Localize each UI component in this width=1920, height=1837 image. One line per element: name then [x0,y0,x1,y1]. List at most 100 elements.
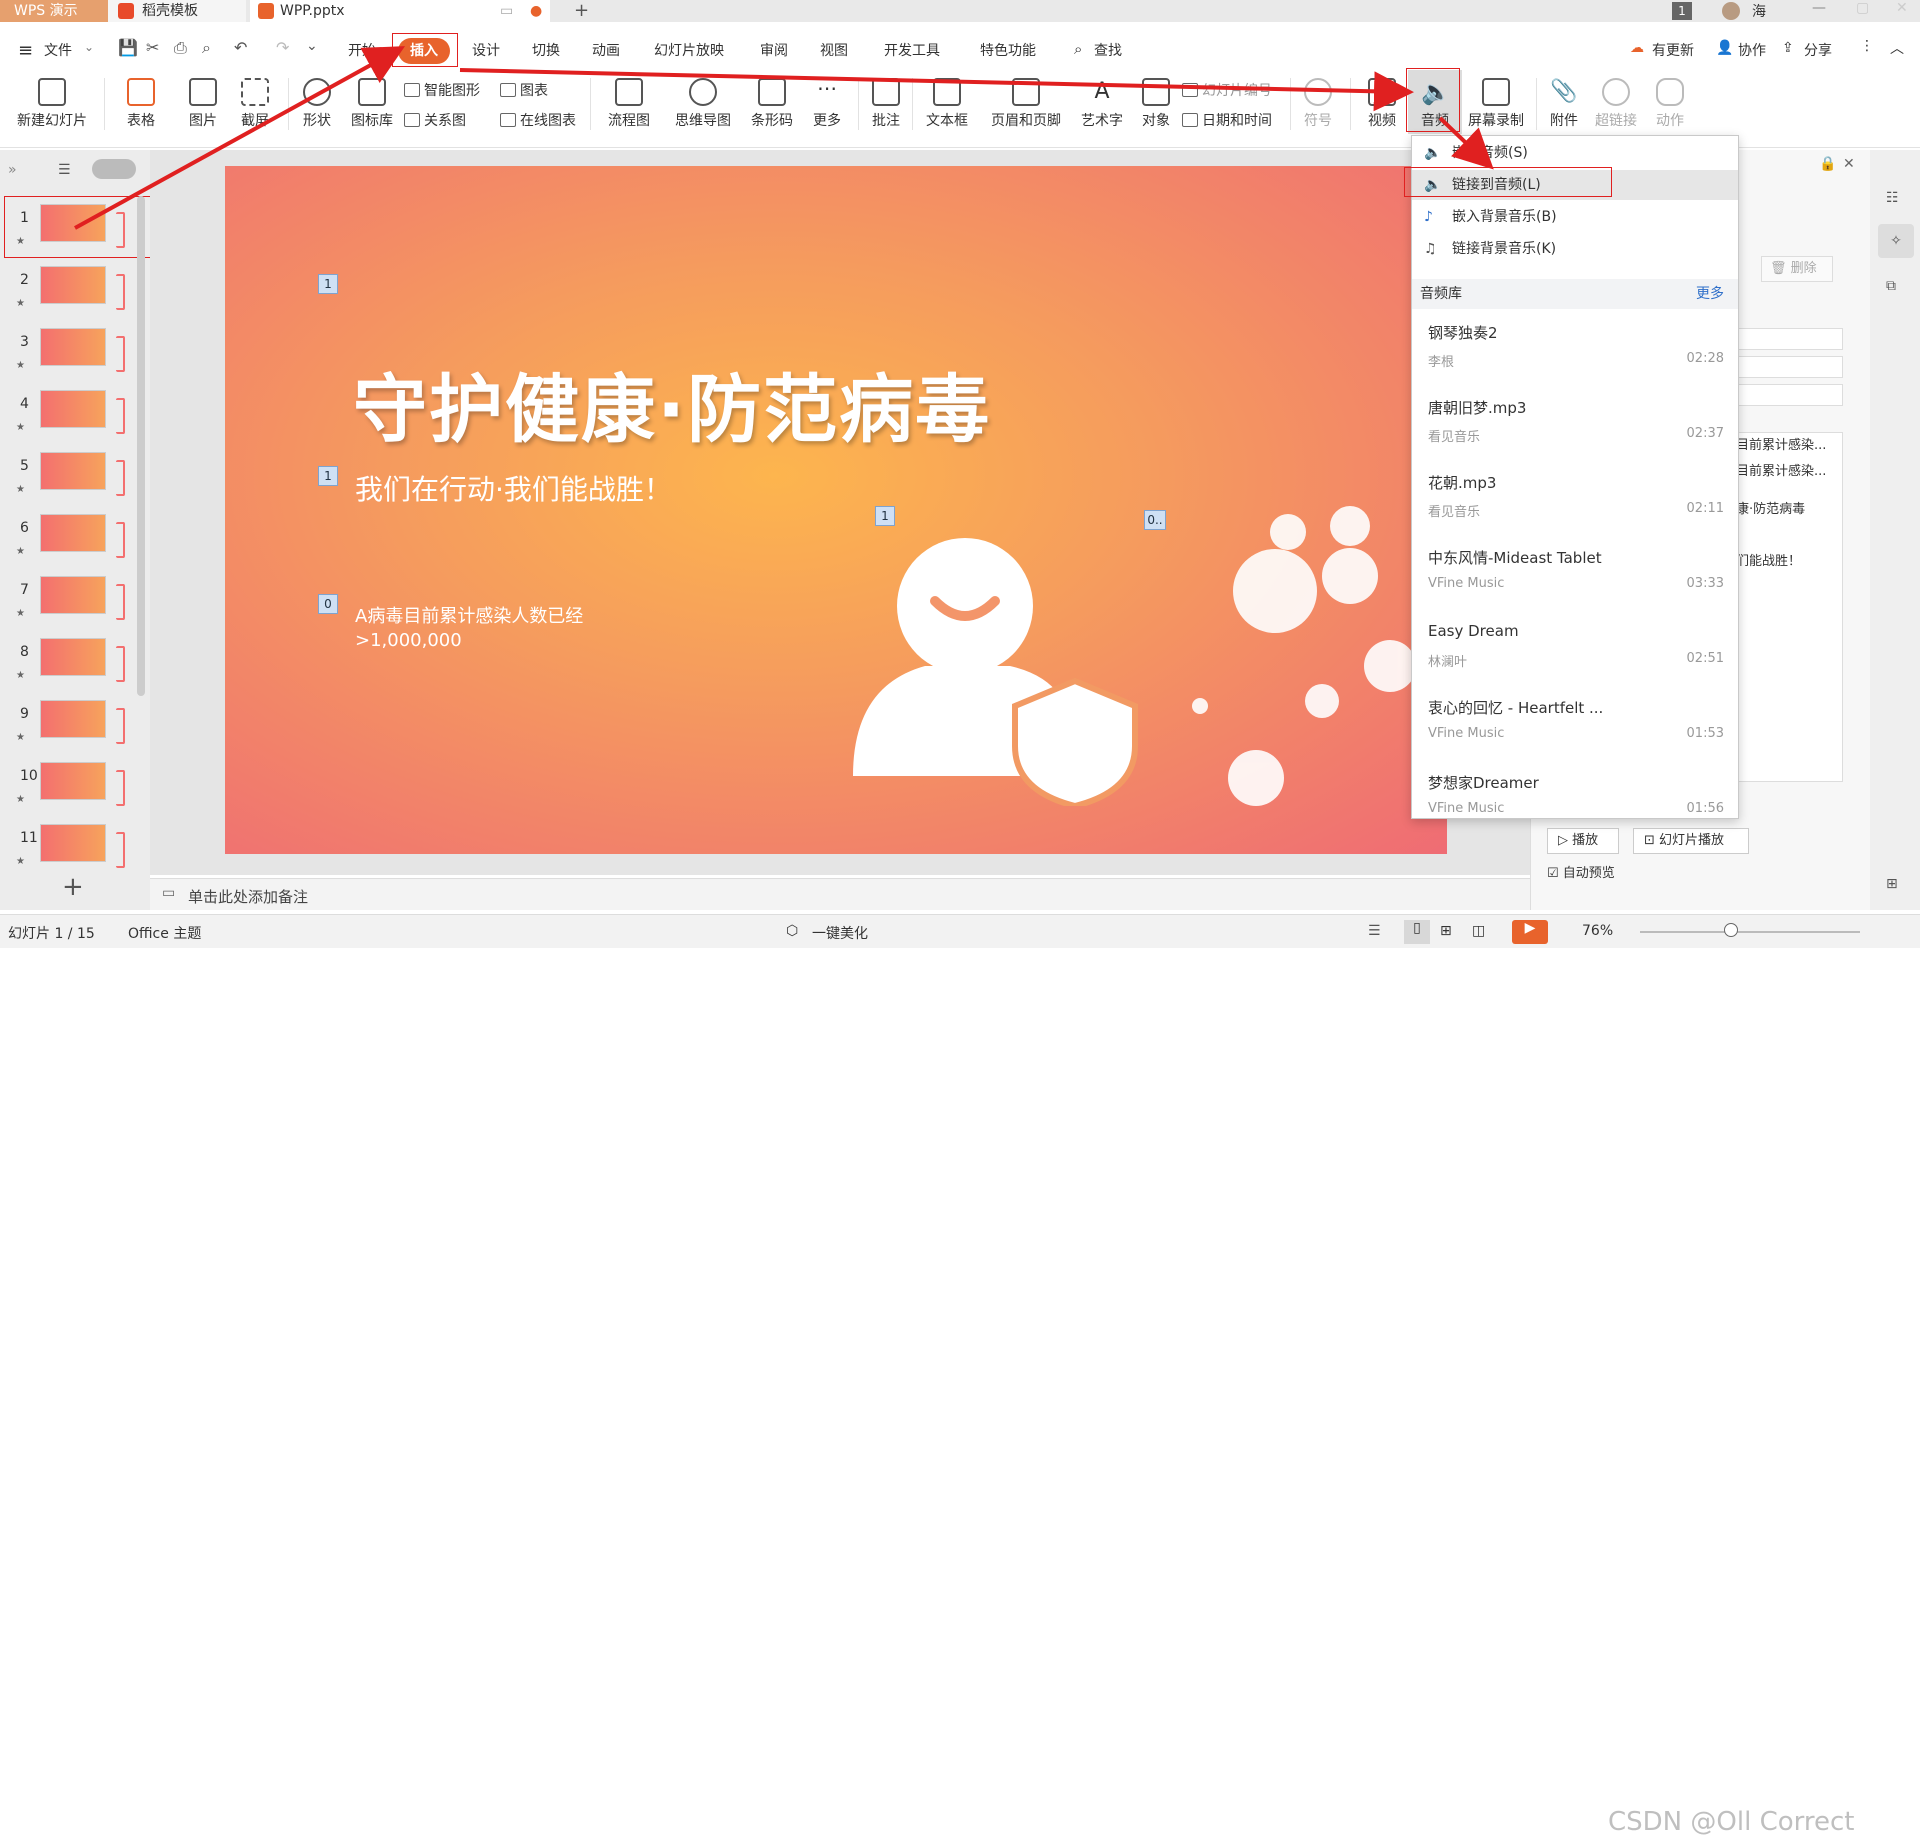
menu-item-embed-audio[interactable]: 🔈 嵌入音频(S) [1412,138,1738,168]
slide-thumb-5[interactable]: 5 ★ [0,452,150,512]
header-footer-button[interactable]: 页眉和页脚 [984,78,1068,130]
anim-list-item[interactable]: 们能战胜！ [1736,549,1842,575]
print-icon[interactable]: ⎙ [174,38,187,58]
property-select[interactable] [1731,356,1843,378]
textbox-button[interactable]: 文本框 [918,78,976,130]
audio-library-more-link[interactable]: 更多 [1696,279,1724,309]
more-button[interactable]: ⋯ 更多 [804,78,850,130]
sorter-view-icon[interactable]: ⊞ [1440,923,1452,939]
menu-slideshow[interactable]: 幻灯片放映 [654,38,724,64]
speed-select[interactable] [1731,384,1843,406]
anim-list-item[interactable]: 目前累计感染... [1736,459,1842,485]
notes-bar[interactable]: ▭ 单击此处添加备注 [150,878,1530,910]
more-icon[interactable]: ⋮ [1860,38,1874,54]
menu-features[interactable]: 特色功能 [980,38,1036,64]
thumbnail-view-toggle[interactable] [92,159,136,179]
slide-title[interactable]: 守护健康·防范病毒 [353,350,991,457]
settings-sliders-icon[interactable]: ☷ [1886,190,1899,206]
add-slide-button[interactable]: + [62,874,84,900]
slide-thumb-7[interactable]: 7 ★ [0,576,150,636]
animation-list[interactable]: 目前累计感染... 目前累计感染... 康·防范病毒 们能战胜！ [1731,432,1843,782]
mindmap-button[interactable]: 思维导图 [666,78,740,130]
library-item[interactable]: Easy Dream 林澜叶 02:51 [1412,614,1738,689]
library-item[interactable]: 花朝.mp3 看见音乐 02:11 [1412,464,1738,539]
monitor-icon[interactable]: ▭ [500,0,513,22]
slide-thumb-9[interactable]: 9 ★ [0,700,150,760]
collapse-ribbon-icon[interactable]: ︿ [1890,38,1904,58]
transition-icon[interactable]: ⧉ [1886,278,1896,294]
flowchart-button[interactable]: 流程图 [598,78,660,130]
symbol-button[interactable]: 符号 [1298,78,1338,130]
slide-body-line1[interactable]: A病毒目前累计感染人数已经 [355,602,583,628]
start-select[interactable] [1731,328,1843,350]
attachment-button[interactable]: 📎 附件 [1544,78,1584,130]
chevron-down-icon[interactable]: ⌄ [84,40,94,54]
zoom-slider-thumb[interactable] [1724,923,1738,937]
anim-tag[interactable]: 0 [318,594,338,614]
lock-icon[interactable]: 🔒 [1819,156,1836,172]
picture-button[interactable]: 图片 [180,78,226,130]
anim-tag[interactable]: 1 [318,274,338,294]
normal-view-icon[interactable]: ▯ [1404,920,1430,944]
table-button[interactable]: 表格 [116,78,166,130]
library-item[interactable]: 衷心的回忆 - Heartfelt ... VFine Music 01:53 [1412,689,1738,764]
notes-toggle-icon[interactable]: ☰ [1368,923,1381,939]
anim-list-item[interactable]: 康·防范病毒 [1736,497,1842,523]
slide-thumb-10[interactable]: 10 ★ [0,762,150,822]
menu-animation[interactable]: 动画 [592,38,620,64]
share-button[interactable]: 分享 [1804,38,1832,64]
menu-item-link-bg-music[interactable]: ♫ 链接背景音乐(K) [1412,234,1738,264]
delete-button[interactable]: 🗑 删除 [1761,256,1833,282]
library-item[interactable]: 梦想家Dreamer VFine Music 01:56 [1412,764,1738,818]
slide-subtitle[interactable]: 我们在行动·我们能战胜！ [355,468,672,508]
comment-button[interactable]: 批注 [866,78,906,130]
save-icon[interactable]: 💾 [118,38,138,57]
search-icon[interactable]: ⌕ [1074,40,1082,58]
minimize-icon[interactable]: — [1812,0,1826,16]
wordart-button[interactable]: A 艺术字 [1074,78,1130,130]
play-slideshow-button[interactable]: ▶ [1512,920,1548,944]
library-item[interactable]: 中东风情-Mideast Tablet VFine Music 03:33 [1412,539,1738,614]
close-icon[interactable]: ✕ [1896,0,1908,16]
user-shield-illustration[interactable] [845,506,1155,806]
menu-review[interactable]: 审阅 [760,38,788,64]
anim-tag[interactable]: 1 [318,466,338,486]
slide-thumb-3[interactable]: 3 ★ [0,328,150,388]
maximize-icon[interactable]: ▢ [1856,0,1869,16]
collab-button[interactable]: 协作 [1738,38,1766,64]
menu-item-embed-bg-music[interactable]: ♪ 嵌入背景音乐(B) [1412,202,1738,232]
avatar[interactable] [1722,2,1740,20]
outline-view-icon[interactable]: ☰ [58,162,71,178]
print-preview-icon[interactable]: ⌕ [202,38,211,58]
slide-canvas[interactable]: 1 1 1 0.. 0 守护健康·防范病毒 我们在行动·我们能战胜！ A病毒目前… [225,166,1447,854]
relation-chart-button[interactable]: 关系图 [404,110,466,130]
library-item[interactable]: 钢琴独奏2 李根 02:28 [1412,314,1738,389]
shape-button[interactable]: 形状 [294,78,340,130]
new-slide-button[interactable]: 新建幻灯片 [10,78,94,130]
icon-library-button[interactable]: 图标库 [346,78,398,130]
play-button[interactable]: ▷ 播放 [1547,828,1619,854]
menu-transition[interactable]: 切换 [532,38,560,64]
menu-search[interactable]: 查找 [1094,38,1122,64]
object-button[interactable]: 对象 [1138,78,1174,130]
tab-template[interactable]: 稻壳模板 [108,0,246,22]
menu-design[interactable]: 设计 [472,38,500,64]
slide-thumb-1[interactable]: 1 ★ [0,204,150,264]
hyperlink-button[interactable]: 超链接 [1588,78,1644,130]
online-chart-button[interactable]: 在线图表 [500,110,576,130]
library-item[interactable]: 唐朝旧梦.mp3 看见音乐 02:37 [1412,389,1738,464]
action-button[interactable]: 动作 [1648,78,1692,130]
zoom-level[interactable]: 76% [1582,923,1613,939]
slide-thumb-8[interactable]: 8 ★ [0,638,150,698]
hamburger-icon[interactable]: ≡ [18,40,33,61]
menu-file[interactable]: 文件 [44,38,72,64]
pane-close-icon[interactable]: ✕ [1843,156,1855,172]
slide-number-button[interactable]: 幻灯片编号 [1182,80,1272,100]
slide-thumb-2[interactable]: 2 ★ [0,266,150,326]
video-button[interactable]: 视频 [1356,78,1408,130]
new-tab-icon[interactable]: + [574,0,589,21]
barcode-button[interactable]: 条形码 [746,78,798,130]
customize-icon[interactable]: ⌄ [306,38,318,54]
anim-list-item[interactable]: 目前累计感染... [1736,433,1842,459]
animation-star-icon[interactable]: ✧ [1878,224,1914,258]
